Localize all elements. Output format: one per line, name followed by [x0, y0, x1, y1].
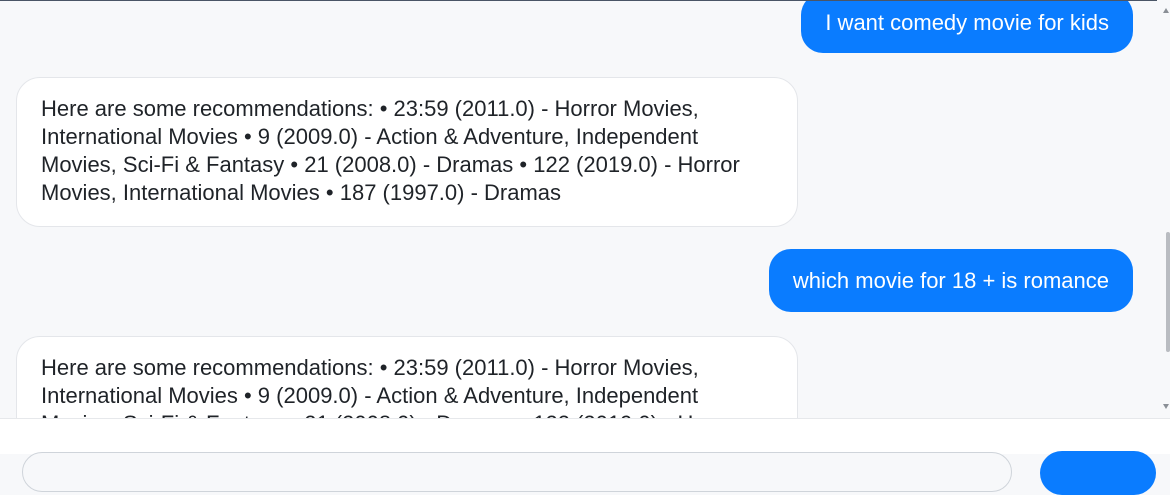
user-message: I want comedy movie for kids: [801, 1, 1133, 53]
chat-scrollbar[interactable]: [1157, 0, 1170, 418]
scrollbar-thumb[interactable]: [1166, 232, 1170, 352]
send-button[interactable]: [1040, 451, 1156, 495]
scroll-down-arrow-icon[interactable]: [1163, 404, 1169, 409]
bot-message: Here are some recommendations: • 23:59 (…: [16, 77, 798, 227]
bot-message: Here are some recommendations: • 23:59 (…: [16, 336, 798, 418]
user-message: which movie for 18 + is romance: [768, 249, 1133, 312]
message-input[interactable]: [22, 452, 1012, 492]
message-composer: [0, 418, 1170, 495]
scroll-up-arrow-icon[interactable]: [1163, 8, 1169, 13]
chat-messages[interactable]: I want comedy movie for kids Here are so…: [0, 1, 1157, 418]
